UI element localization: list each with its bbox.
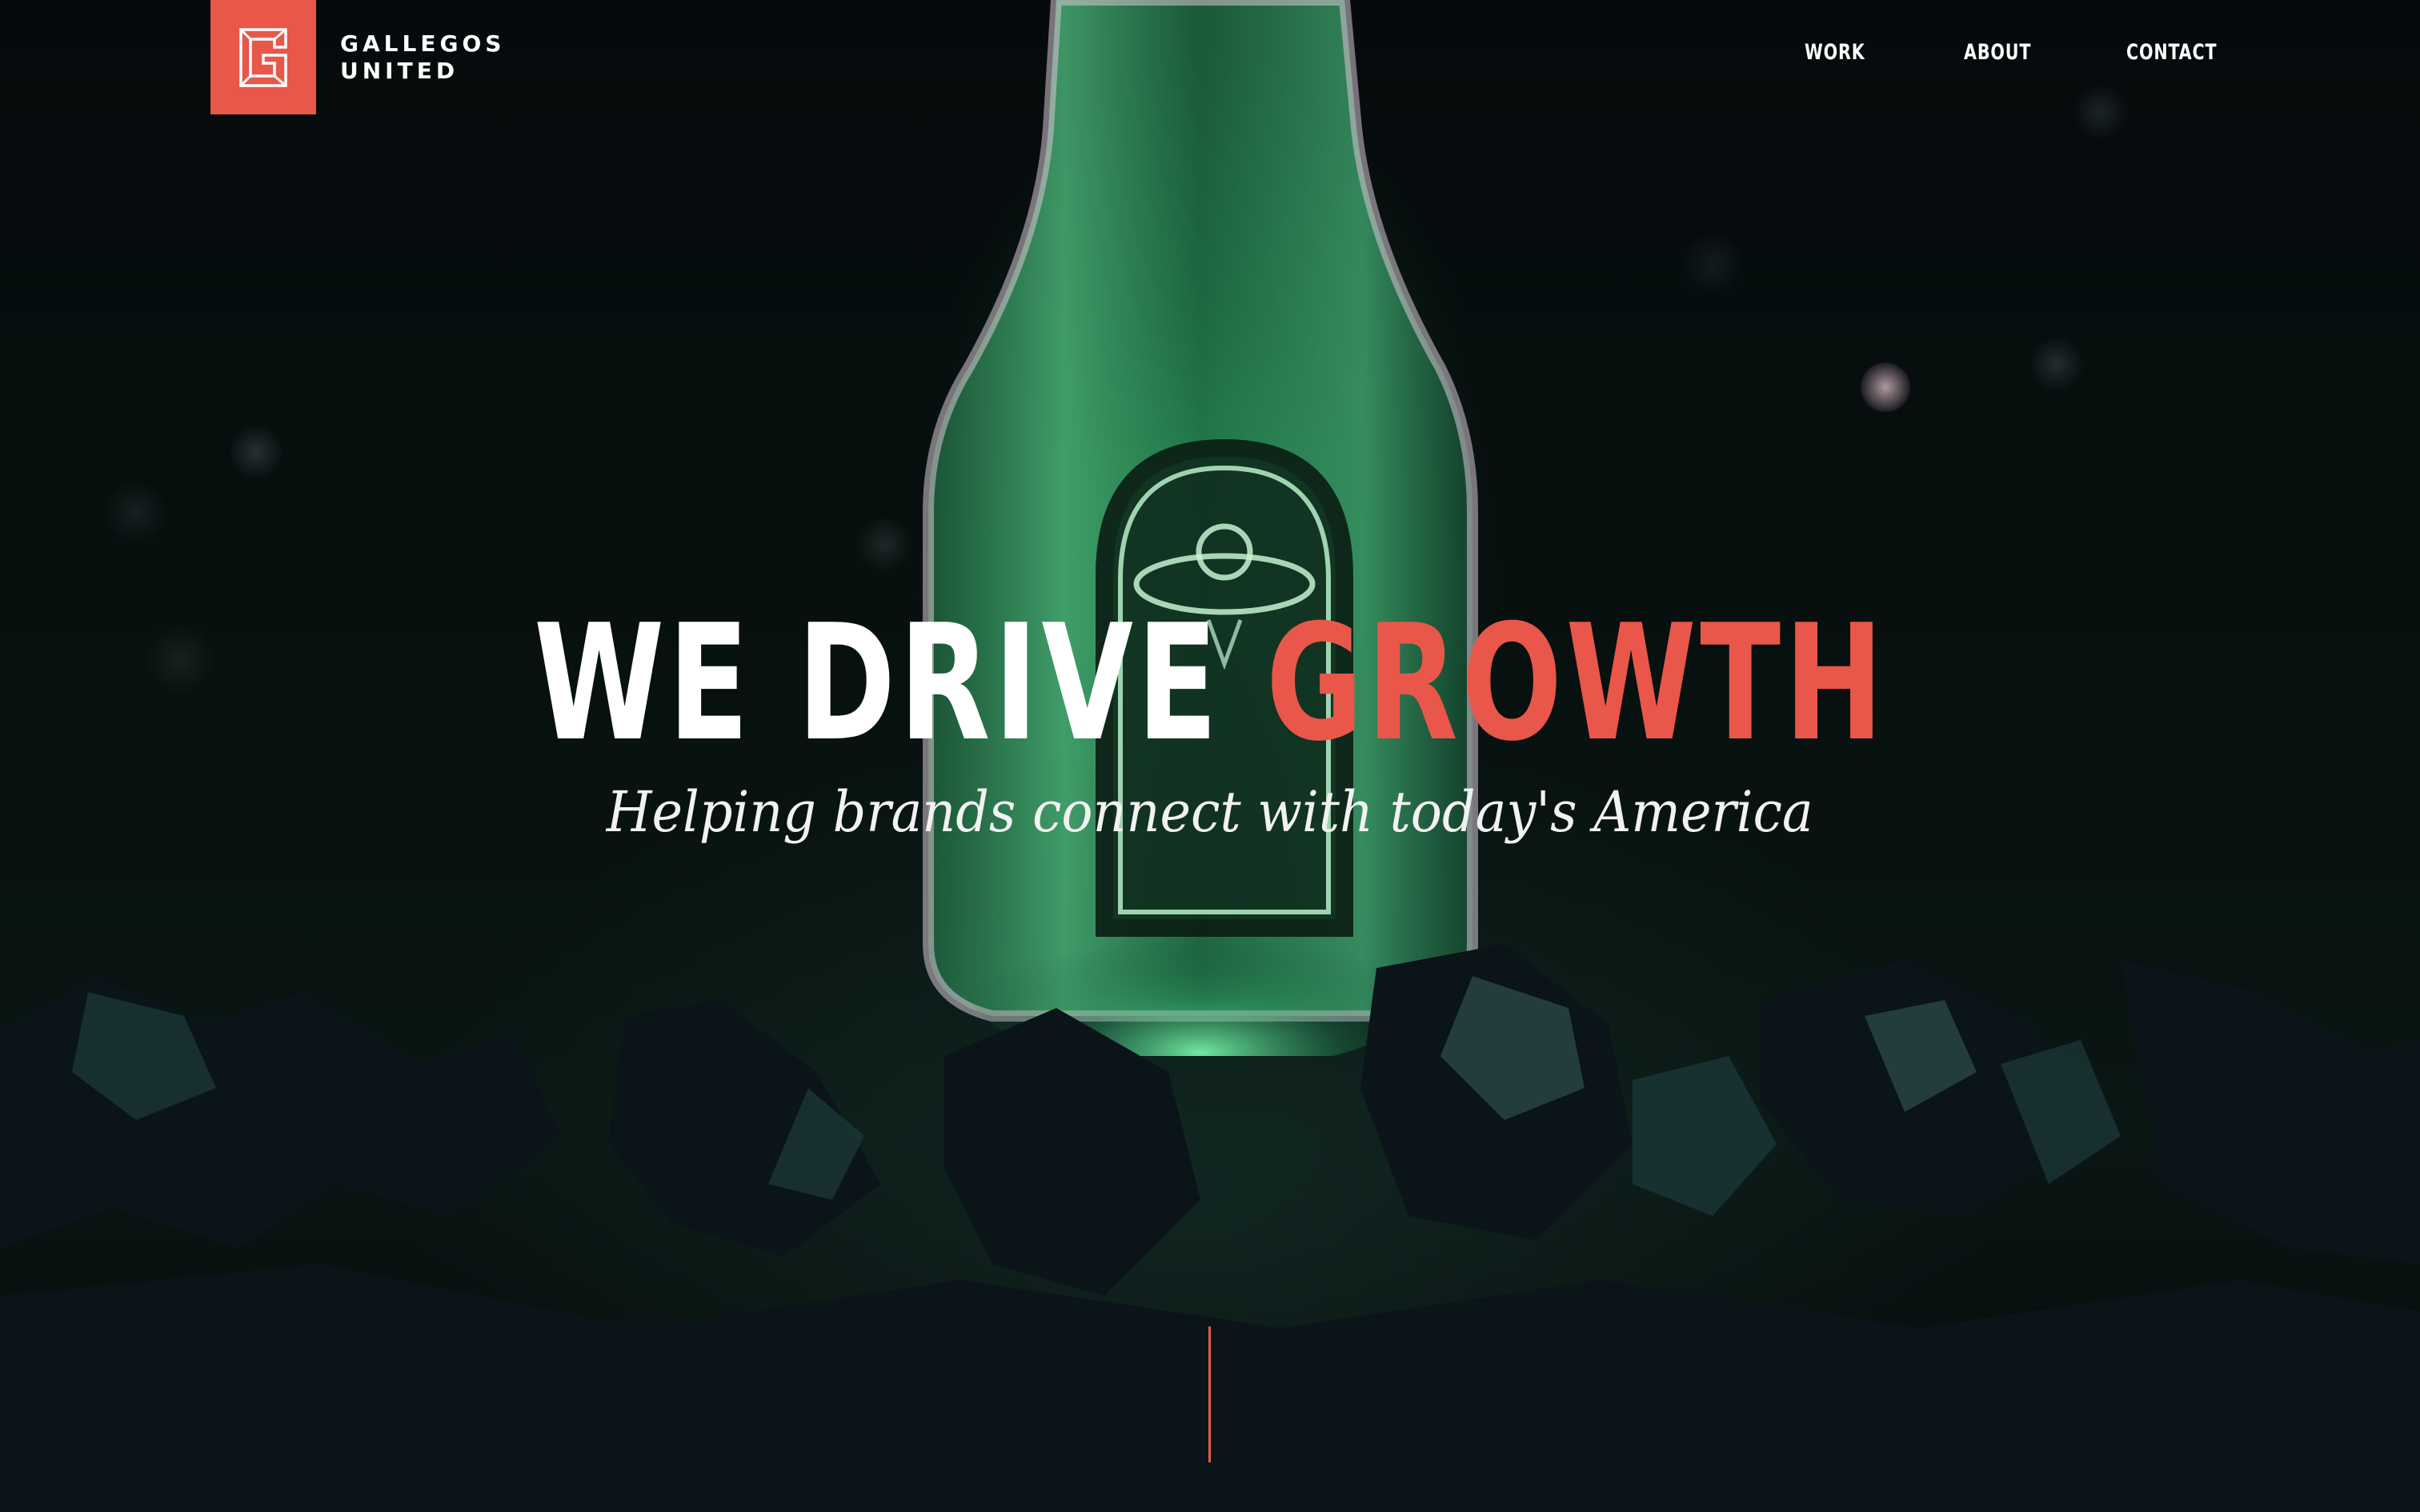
hero-subheadline: Helping brands connect with today's Amer… <box>0 776 2420 848</box>
nav-item-work[interactable]: WORK <box>1805 40 1865 65</box>
subheadline-text: Helping brands connect with today's Amer… <box>607 779 1813 845</box>
brand-name-line2: UNITED <box>340 58 459 84</box>
bokeh-particle <box>2073 84 2129 140</box>
headline-part1: WE DRIVE <box>533 590 1221 777</box>
nav-item-about[interactable]: ABOUT <box>1964 40 2031 65</box>
brand-logo-mark[interactable] <box>210 0 316 114</box>
brand-name[interactable]: GALLEGOS UNITED <box>340 30 505 85</box>
hero-headline: WE DRIVE GROWTH <box>0 592 2420 776</box>
scroll-indicator[interactable] <box>1208 1326 1211 1462</box>
bokeh-particle <box>1861 362 1910 412</box>
hero-section: GALLEGOS UNITED WORK ABOUT CONTACT WE DR… <box>0 0 2420 1512</box>
bokeh-particle <box>856 516 912 572</box>
bokeh-particle <box>2029 336 2085 392</box>
nav-item-contact[interactable]: CONTACT <box>2126 40 2217 65</box>
bokeh-particle <box>228 424 284 480</box>
headline-part2: GROWTH <box>1265 590 1887 777</box>
bokeh-particle <box>1681 232 1745 296</box>
g-logo-icon <box>239 27 287 87</box>
bokeh-particle <box>104 480 168 544</box>
brand-name-line1: GALLEGOS <box>340 30 506 57</box>
